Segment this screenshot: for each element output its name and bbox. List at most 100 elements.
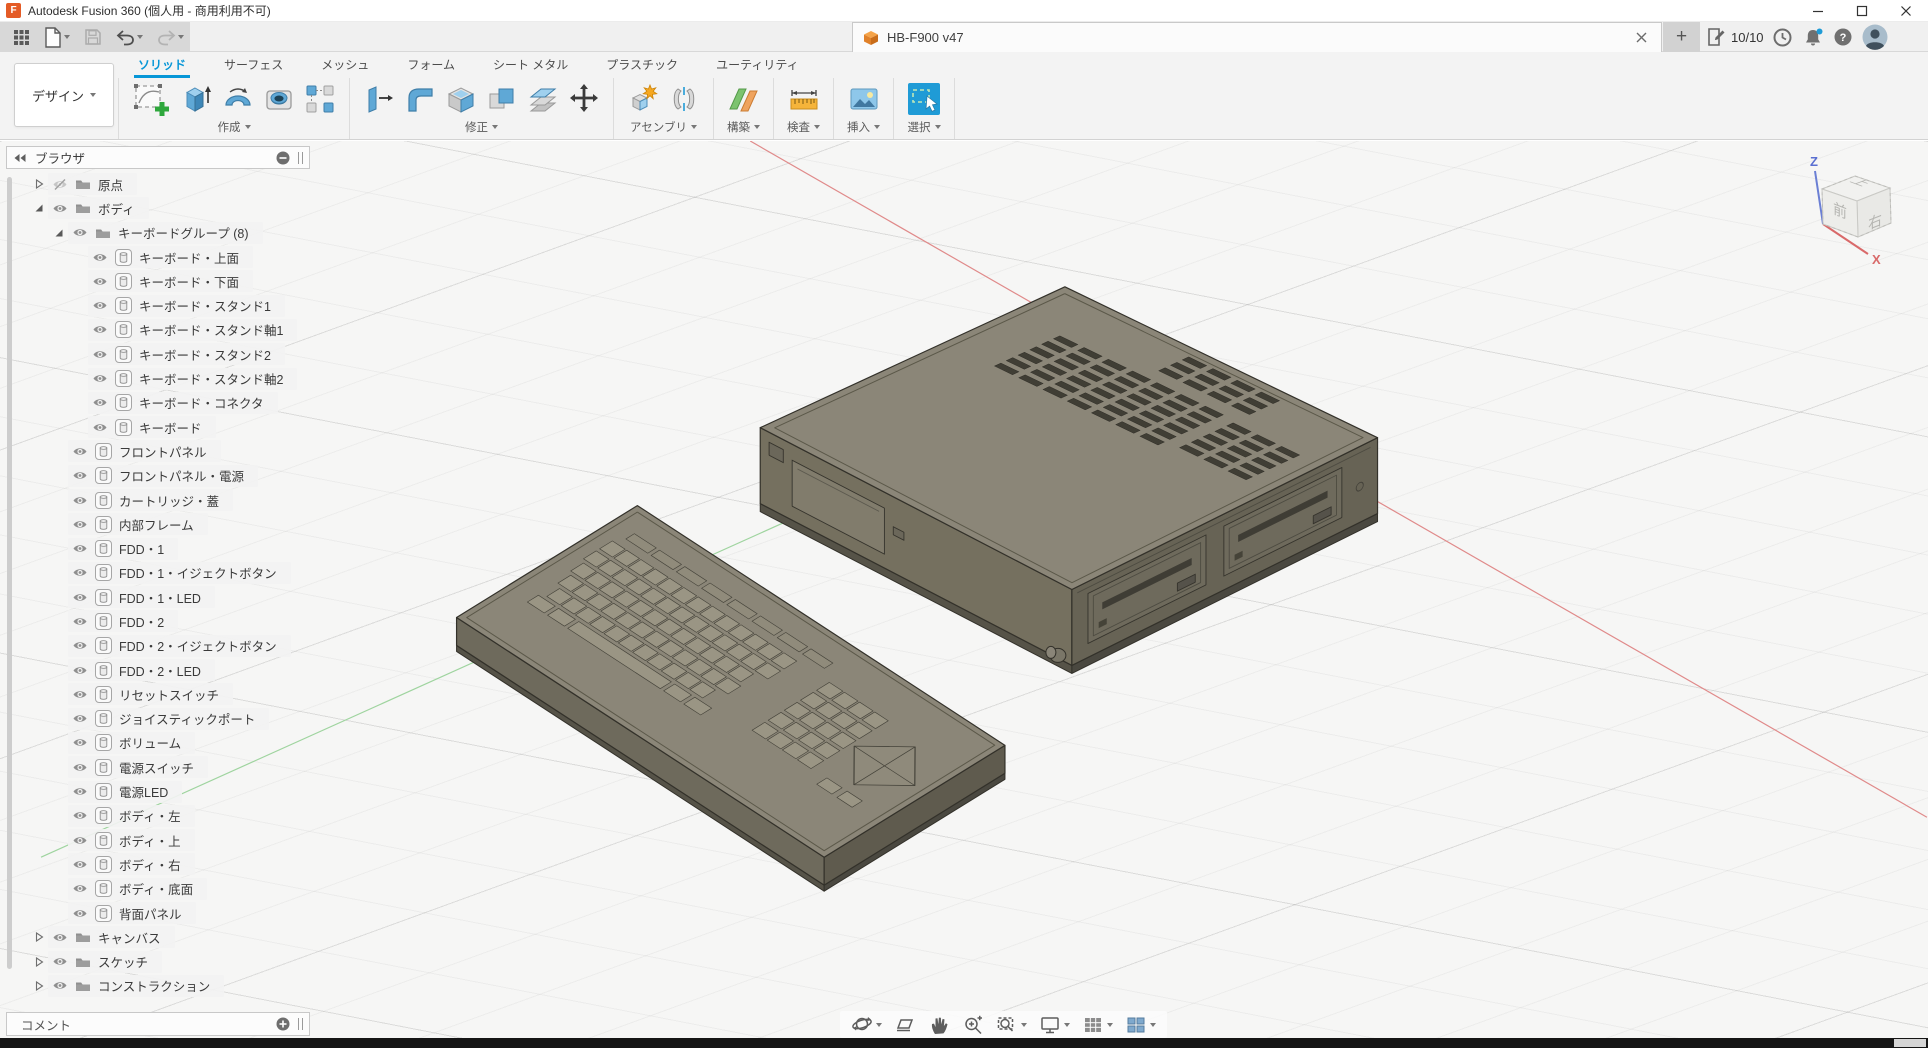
browser-item[interactable]: ジョイスティックポート [0,707,430,731]
visibility-eye-icon[interactable] [72,689,88,700]
document-tab[interactable]: HB-F900 v47 [852,22,1662,52]
hole-icon[interactable] [263,83,295,115]
job-status[interactable]: 10/10 [1706,22,1764,52]
visibility-eye-icon[interactable] [72,762,88,773]
browser-item[interactable]: FDD・1・イジェクトボタン [0,561,430,585]
ribbon-tab[interactable]: フォーム [403,56,459,78]
panel-grip[interactable] [298,152,303,164]
joint-icon[interactable] [668,83,700,115]
browser-item[interactable]: フロントパネル [0,439,430,463]
browser-item[interactable]: 背面パネル [0,901,430,925]
visibility-eye-icon[interactable] [72,519,88,530]
browser-item[interactable]: キーボード [0,415,430,439]
pan-tool-button[interactable] [925,1012,953,1038]
browser-item[interactable]: キーボード・コネクタ [0,391,430,415]
ribbon-tab[interactable]: メッシュ [317,56,373,78]
browser-item[interactable]: フロントパネル・電源 [0,464,430,488]
system-unit-body[interactable] [760,287,1377,674]
expand-arrow-icon[interactable] [50,228,68,238]
panel-grip[interactable] [298,1018,303,1030]
clock-icon[interactable] [1772,27,1793,48]
collapse-panel-icon[interactable] [13,153,27,163]
expand-arrow-icon[interactable] [30,203,48,213]
visibility-eye-icon[interactable] [72,470,88,481]
new-component-icon[interactable] [627,83,659,115]
browser-item[interactable]: ボディ・底面 [0,877,430,901]
browser-item[interactable]: ボディ [0,196,430,220]
look-at-tool-button[interactable] [891,1012,919,1038]
browser-item[interactable]: キーボード・スタンド1 [0,293,430,317]
fillet-icon[interactable] [404,83,436,115]
ribbon-group-label[interactable]: 構築 [727,119,760,139]
browser-item[interactable]: キーボード・スタンド軸1 [0,318,430,342]
visibility-eye-icon[interactable] [72,713,88,724]
revolve-icon[interactable] [222,83,254,115]
create-sketch-icon[interactable] [132,79,172,119]
view-cube[interactable]: Z X 上 前 右 [1790,151,1928,281]
offset-face-icon[interactable] [527,83,559,115]
avatar-icon[interactable] [1862,24,1888,50]
display-tool-button[interactable] [1036,1012,1073,1038]
visibility-eye-icon[interactable] [52,179,68,190]
visibility-eye-icon[interactable] [92,324,108,335]
app-grid-button[interactable] [8,24,35,50]
browser-item[interactable]: カートリッジ・蓋 [0,488,430,512]
visibility-eye-icon[interactable] [72,543,88,554]
visibility-eye-icon[interactable] [72,859,88,870]
visibility-eye-icon[interactable] [52,932,68,943]
visibility-eye-icon[interactable] [92,252,108,263]
extrude-icon[interactable] [181,83,213,115]
expand-arrow-icon[interactable] [30,981,48,991]
visibility-eye-icon[interactable] [72,592,88,603]
browser-item[interactable]: 電源LED [0,779,430,803]
ribbon-group-label[interactable]: アセンブリ [630,119,697,139]
browser-item[interactable]: 原点 [0,172,430,196]
measure-icon[interactable] [788,83,820,115]
new-tab-button[interactable]: + [1663,22,1700,52]
notifications-icon[interactable] [1802,27,1824,48]
ribbon-group-label[interactable]: 検査 [787,119,820,139]
visibility-eye-icon[interactable] [72,737,88,748]
add-comment-icon[interactable] [276,1017,290,1031]
browser-item[interactable]: ボディ・上 [0,828,430,852]
browser-item[interactable]: リセットスイッチ [0,682,430,706]
visibility-eye-icon[interactable] [72,446,88,457]
visibility-eye-icon[interactable] [72,835,88,846]
visibility-eye-icon[interactable] [72,495,88,506]
browser-item[interactable]: キャンバス [0,925,430,949]
visibility-eye-icon[interactable] [72,567,88,578]
ribbon-tab[interactable]: サーフェス [220,56,287,78]
browser-item[interactable]: キーボードグループ (8) [0,221,430,245]
browser-item[interactable]: スケッチ [0,950,430,974]
visibility-eye-icon[interactable] [92,397,108,408]
browser-item[interactable]: ボリューム [0,731,430,755]
ribbon-tab[interactable]: ユーティリティ [712,56,803,78]
select-icon[interactable] [907,82,941,116]
visibility-eye-icon[interactable] [72,810,88,821]
visibility-eye-icon[interactable] [52,980,68,991]
ribbon-group-label[interactable]: 選択 [908,119,941,139]
expand-arrow-icon[interactable] [30,179,48,189]
visibility-eye-icon[interactable] [92,300,108,311]
shell-icon[interactable] [445,83,477,115]
maximize-button[interactable] [1840,0,1884,22]
ribbon-group-label[interactable]: 修正 [465,119,498,139]
ribbon-tab[interactable]: プラスチック [602,56,682,78]
redo-button[interactable] [152,24,189,50]
ribbon-group-label[interactable]: 作成 [218,119,251,139]
visibility-eye-icon[interactable] [52,956,68,967]
ribbon-tab[interactable]: シート メタル [489,56,572,78]
workspace-selector[interactable]: デザイン [14,63,114,127]
visibility-eye-icon[interactable] [52,203,68,214]
expand-arrow-icon[interactable] [30,932,48,942]
pattern-icon[interactable] [304,83,336,115]
visibility-eye-icon[interactable] [72,665,88,676]
visibility-eye-icon[interactable] [72,640,88,651]
visibility-eye-icon[interactable] [72,227,88,238]
visibility-eye-icon[interactable] [92,373,108,384]
browser-item[interactable]: FDD・2 [0,609,430,633]
close-button[interactable] [1884,0,1928,22]
visibility-eye-icon[interactable] [72,883,88,894]
browser-item[interactable]: FDD・2・LED [0,658,430,682]
browser-item[interactable]: FDD・1 [0,536,430,560]
